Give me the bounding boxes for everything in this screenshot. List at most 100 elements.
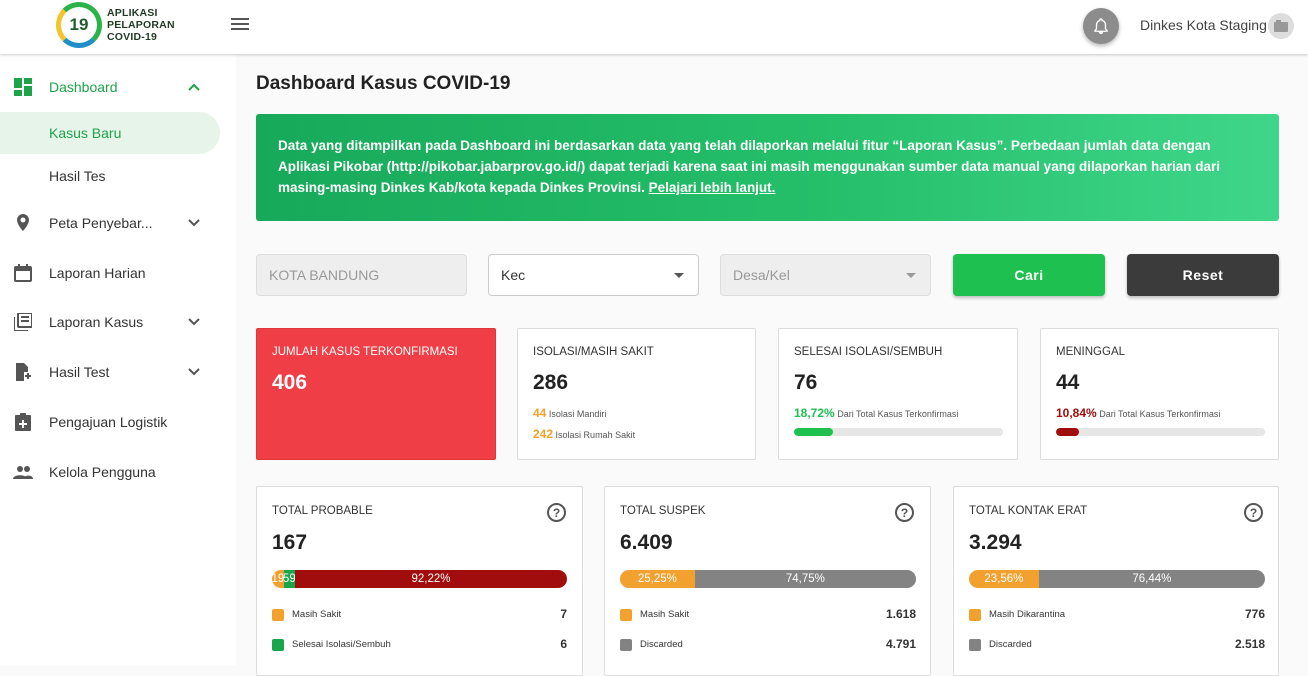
deaths-pct: 10,84% (1056, 406, 1097, 420)
suspek-segment-0: 25,25% (620, 570, 695, 588)
recovered-pct-label: Dari Total Kasus Terkonfirmasi (837, 409, 959, 419)
help-icon[interactable]: ? (547, 503, 566, 522)
confirmed-card: JUMLAH KASUS TERKONFIRMASI 406 (256, 328, 496, 460)
isolasi-mandiri-line: 44 Isolasi Mandiri (533, 406, 606, 420)
legend-row: Masih Dikarantina 776 (969, 607, 1293, 622)
kota-field: KOTA BANDUNG (256, 254, 467, 296)
sidebar: Dashboard Kasus Baru Hasil Tes Peta Peny… (0, 54, 236, 665)
kontak-segment-1: 76,44% (1038, 570, 1265, 588)
dashboard-icon (13, 77, 33, 97)
notification-bell-icon[interactable] (1083, 8, 1119, 44)
sidebar-item-laporan-harian[interactable]: Laporan Harian (0, 252, 220, 294)
logo-line-1: APLIKASI (107, 7, 158, 19)
logo-line-3: COVID-19 (107, 31, 158, 43)
card-value: 3.294 (969, 531, 1022, 554)
rs-label: Isolasi Rumah Sakit (555, 430, 636, 440)
legend-value: 7 (560, 607, 567, 621)
probable-stacked-bar: 4,19%3,59%92,22% (272, 570, 567, 588)
kota-value: KOTA BANDUNG (269, 267, 380, 283)
sidebar-item-hasil-test[interactable]: Hasil Test (0, 351, 220, 393)
chevron-down-icon (187, 365, 201, 379)
card-value: 167 (272, 531, 308, 554)
kecamatan-select[interactable]: Kec (488, 254, 699, 296)
logo-number: 19 (69, 15, 89, 34)
card-title: TOTAL SUSPEK (620, 505, 706, 517)
sidebar-item-pengajuan-logistik[interactable]: Pengajuan Logistik (0, 401, 220, 443)
sidebar-item-hasil-tes[interactable]: Hasil Tes (0, 155, 220, 197)
menu-toggle-icon[interactable] (231, 18, 249, 32)
kec-value: Kec (501, 267, 526, 283)
kontak-segment-0: 23,56% (969, 570, 1039, 588)
reset-button[interactable]: Reset (1127, 254, 1279, 296)
card-value: 286 (533, 371, 569, 394)
dropdown-caret-icon (906, 273, 916, 278)
sidebar-item-label: Hasil Test (49, 364, 110, 380)
card-title: SELESAI ISOLASI/SEMBUH (794, 346, 943, 358)
clipboard-plus-icon (13, 412, 33, 432)
sidebar-item-label: Kasus Baru (49, 125, 122, 141)
deaths-pct-line: 10,84% Dari Total Kasus Terkonfirmasi (1056, 406, 1220, 420)
search-button[interactable]: Cari (953, 254, 1105, 296)
isolasi-rs-line: 242 Isolasi Rumah Sakit (533, 427, 635, 441)
report-list-icon (13, 312, 33, 332)
recovered-pct: 18,72% (794, 406, 835, 420)
legend-value: 1.618 (885, 607, 916, 621)
logo-line-2: PELAPORAN (107, 19, 175, 31)
user-name[interactable]: Dinkes Kota Staging (1140, 17, 1267, 33)
help-icon[interactable]: ? (895, 503, 914, 522)
deaths-progress-bar (1056, 428, 1265, 436)
sidebar-item-peta[interactable]: Peta Penyebar... (0, 202, 220, 244)
sidebar-item-kasus-baru[interactable]: Kasus Baru (0, 112, 220, 154)
legend-value: 6 (560, 637, 567, 651)
sidebar-item-label: Laporan Kasus (49, 314, 144, 330)
recovered-pct-line: 18,72% Dari Total Kasus Terkonfirmasi (794, 406, 958, 420)
top-bar: 19 APLIKASI PELAPORAN COVID-19 Dinkes Ko… (0, 0, 1308, 54)
legend-label: Discarded (989, 639, 1032, 650)
legend-label: Selesai Isolasi/Sembuh (292, 639, 391, 650)
dropdown-caret-icon (674, 273, 684, 278)
avatar[interactable] (1268, 13, 1294, 39)
card-value: 44 (1056, 371, 1080, 394)
legend-value: 776 (1244, 607, 1265, 621)
desa-select[interactable]: Desa/Kel (720, 254, 931, 296)
sidebar-item-kelola-pengguna[interactable]: Kelola Pengguna (0, 451, 220, 493)
calendar-icon (13, 263, 33, 283)
test-document-icon (13, 362, 33, 382)
sidebar-item-label: Dashboard (49, 79, 118, 95)
users-icon (13, 462, 33, 482)
legend-swatch (969, 639, 981, 651)
legend-swatch (620, 609, 632, 621)
legend-row: Masih Sakit 1.618 (620, 607, 945, 622)
deaths-pct-label: Dari Total Kasus Terkonfirmasi (1099, 409, 1221, 419)
recovered-progress-bar (794, 428, 1003, 436)
kontak-card: TOTAL KONTAK ERAT ? 3.294 23,56% 76,44% M… (953, 486, 1279, 676)
sidebar-item-label: Peta Penyebar... (49, 215, 153, 231)
legend-value: 2.518 (1234, 637, 1265, 651)
desa-placeholder: Desa/Kel (733, 267, 790, 283)
recovered-progress-fill (794, 428, 834, 436)
sidebar-item-dashboard[interactable]: Dashboard (0, 66, 220, 108)
deaths-card: MENINGGAL 44 10,84% Dari Total Kasus Ter… (1040, 328, 1279, 460)
legend-swatch (969, 609, 981, 621)
deaths-progress-fill (1056, 428, 1079, 436)
chevron-down-icon (187, 216, 201, 230)
sidebar-item-label: Hasil Tes (49, 168, 106, 184)
legend-label: Discarded (640, 639, 683, 650)
suspek-card: TOTAL SUSPEK ? 6.409 25,25% 74,75% Masih … (604, 486, 931, 676)
learn-more-link[interactable]: Pelajari lebih lanjut. (649, 180, 776, 195)
chevron-down-icon (187, 315, 201, 329)
card-title: TOTAL PROBABLE (272, 505, 373, 517)
card-title: TOTAL KONTAK ERAT (969, 505, 1088, 517)
sidebar-item-label: Laporan Harian (49, 265, 146, 281)
legend-label: Masih Sakit (640, 609, 690, 620)
card-title: ISOLASI/MASIH SAKIT (533, 346, 654, 358)
suspek-stacked-bar: 25,25% 74,75% (620, 570, 916, 588)
probable-segment-0: 4,19% (272, 570, 285, 588)
legend-row: Discarded 2.518 (969, 637, 1293, 652)
mandiri-value: 44 (533, 406, 547, 420)
app-logo[interactable]: 19 APLIKASI PELAPORAN COVID-19 (56, 2, 175, 48)
info-notice: Data yang ditampilkan pada Dashboard ini… (256, 114, 1279, 221)
sidebar-item-label: Pengajuan Logistik (49, 414, 168, 430)
help-icon[interactable]: ? (1244, 503, 1263, 522)
sidebar-item-laporan-kasus[interactable]: Laporan Kasus (0, 301, 220, 343)
